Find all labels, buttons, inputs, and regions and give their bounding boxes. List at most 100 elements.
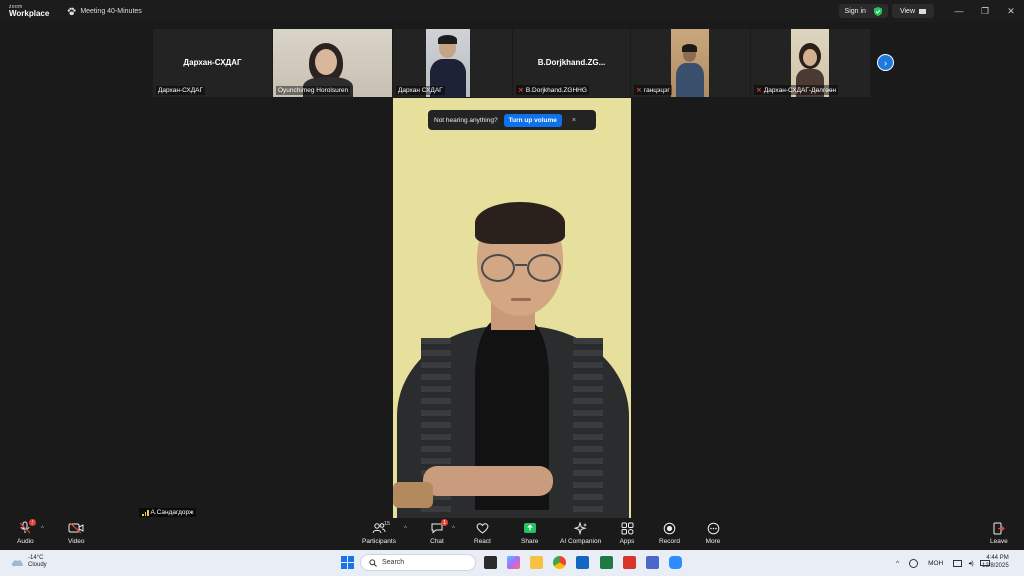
meeting-info[interactable]: Meeting 40-Minutes bbox=[67, 7, 142, 16]
participant-name-text: Oyunchimeg Horolsuren bbox=[278, 87, 349, 94]
participant-video bbox=[671, 29, 709, 97]
record-icon bbox=[663, 522, 676, 534]
participant-name: Дархан-СХДАГ bbox=[156, 86, 206, 95]
audio-button[interactable]: ! Audio bbox=[17, 519, 37, 545]
participant-name: Oyunchimeg Horolsuren bbox=[276, 86, 351, 95]
system-tray: ^ МОН ◂) bbox=[896, 550, 990, 576]
windows-logo-icon bbox=[348, 563, 354, 569]
more-button[interactable]: More bbox=[705, 521, 721, 545]
more-label: More bbox=[705, 538, 721, 545]
excel-icon[interactable] bbox=[600, 556, 613, 569]
zoom-taskbar-icon[interactable] bbox=[669, 556, 682, 569]
audio-notice-text: Not hearing anything? bbox=[434, 116, 498, 124]
muted-mic-icon: ⨯ bbox=[756, 87, 762, 94]
participant-name-text: B.Dorjkhand.ZGHHG bbox=[525, 86, 587, 94]
chevron-right-icon: › bbox=[884, 57, 887, 68]
participant-big-label: Дархан-СХДАГ bbox=[183, 58, 242, 67]
audio-options-caret[interactable]: ^ bbox=[41, 526, 44, 532]
participant-tile[interactable]: ⨯ Дархан-СХДАГ-Дөлгөөн bbox=[751, 29, 870, 97]
close-notice-button[interactable]: × bbox=[572, 117, 576, 124]
participant-tile[interactable]: B.Dorjkhand.ZG... ⨯ B.Dorjkhand.ZGHHG bbox=[513, 29, 630, 97]
record-button[interactable]: Record bbox=[659, 521, 680, 545]
video-button[interactable]: Video bbox=[68, 521, 85, 545]
record-label: Record bbox=[659, 538, 680, 545]
cloud-icon bbox=[11, 560, 23, 567]
participant-tile[interactable]: Дархан СХДАГ bbox=[393, 29, 512, 97]
participant-tile[interactable]: Дархан-СХДАГ Дархан-СХДАГ bbox=[153, 29, 272, 97]
audio-label: Audio bbox=[17, 538, 34, 545]
next-page-button[interactable]: › bbox=[877, 54, 894, 71]
tray-overflow-chevron-icon[interactable]: ^ bbox=[896, 560, 899, 567]
title-bar-right: Sign in View — ❐ ✕ bbox=[838, 0, 1024, 22]
more-icon bbox=[707, 522, 719, 534]
ai-companion-button[interactable]: AI Companion bbox=[560, 521, 601, 545]
outlook-icon[interactable] bbox=[576, 556, 589, 569]
share-screen-icon bbox=[523, 523, 536, 533]
sparkle-icon bbox=[573, 521, 587, 535]
chrome-icon[interactable] bbox=[553, 556, 566, 569]
windows-logo-icon bbox=[341, 563, 347, 569]
react-button[interactable]: React bbox=[474, 521, 491, 545]
participant-name-text: Дархан-СХДАГ bbox=[158, 87, 204, 94]
windows-logo-icon bbox=[348, 556, 354, 562]
signal-bars-icon bbox=[142, 509, 149, 516]
chat-label: Chat bbox=[430, 538, 444, 545]
start-button[interactable] bbox=[341, 556, 354, 569]
search-icon bbox=[369, 558, 377, 567]
leave-button[interactable]: Leave bbox=[990, 521, 1008, 545]
sync-icon[interactable] bbox=[909, 558, 919, 568]
teams-icon[interactable] bbox=[646, 556, 659, 569]
paw-icon bbox=[67, 7, 76, 15]
participant-big-label: B.Dorjkhand.ZG... bbox=[537, 58, 606, 67]
weather-widget[interactable]: -14°C Cloudy bbox=[10, 555, 47, 569]
file-explorer-icon[interactable] bbox=[530, 556, 543, 569]
participant-name: Дархан СХДАГ bbox=[396, 86, 445, 95]
participant-tile[interactable]: Oyunchimeg Horolsuren bbox=[273, 29, 392, 97]
muted-mic-icon: ⨯ bbox=[636, 87, 642, 94]
minimize-button[interactable]: — bbox=[946, 0, 972, 22]
speaker-name-tag: А.Сандагдорж bbox=[139, 508, 197, 517]
chat-button[interactable]: 1 Chat bbox=[429, 519, 448, 545]
view-label: View bbox=[899, 7, 915, 15]
copilot-icon[interactable] bbox=[507, 556, 520, 569]
participants-count: 15 bbox=[383, 521, 391, 527]
sign-in-label: Sign in bbox=[844, 7, 866, 15]
restore-button[interactable]: ❐ bbox=[972, 0, 998, 22]
apps-button[interactable]: Apps bbox=[619, 521, 635, 545]
meeting-toolbar: ! Audio ^ Video 15 Participants ^ 1 Chat… bbox=[0, 518, 1024, 550]
active-speaker-video bbox=[393, 98, 631, 518]
participant-tile[interactable]: ⨯ ганцэцэг bbox=[631, 29, 750, 97]
network-icon[interactable] bbox=[953, 559, 963, 567]
taskbar-clock[interactable]: 4:44 PM 12/8/2025 bbox=[982, 555, 1009, 571]
heart-icon bbox=[476, 523, 489, 534]
close-window-button[interactable]: ✕ bbox=[998, 0, 1024, 22]
weather-temperature: -14°C bbox=[28, 555, 44, 561]
weather-condition: Cloudy bbox=[28, 562, 47, 569]
search-placeholder: Search bbox=[382, 559, 405, 566]
windows-taskbar: -14°C Cloudy Search ^ МОН ◂) 4:44 PM 12/… bbox=[0, 550, 1024, 576]
chat-options-caret[interactable]: ^ bbox=[452, 526, 455, 532]
participants-options-caret[interactable]: ^ bbox=[404, 526, 407, 532]
participants-label: Participants bbox=[362, 538, 396, 545]
chat-unread-badge: 1 bbox=[441, 519, 448, 526]
acrobat-icon[interactable] bbox=[623, 556, 636, 569]
sign-in-button[interactable]: Sign in bbox=[838, 4, 888, 18]
volume-icon[interactable]: ◂) bbox=[968, 559, 973, 567]
leave-icon bbox=[993, 522, 1006, 534]
share-button[interactable]: Share bbox=[521, 521, 538, 545]
language-indicator[interactable]: МОН bbox=[928, 560, 943, 567]
participant-name-text: Дархан-СХДАГ-Дөлгөөн bbox=[763, 86, 837, 94]
taskbar-search-box[interactable]: Search bbox=[360, 554, 476, 571]
participant-name: ⨯ B.Dorjkhand.ZGHHG bbox=[516, 85, 589, 95]
leave-label: Leave bbox=[990, 538, 1008, 545]
turn-up-volume-button[interactable]: Turn up volume bbox=[503, 113, 562, 127]
participants-button[interactable]: 15 Participants bbox=[362, 521, 396, 545]
apps-label: Apps bbox=[619, 538, 635, 545]
apps-icon bbox=[621, 522, 633, 534]
clock-date: 12/8/2025 bbox=[982, 562, 1009, 569]
task-view-icon[interactable] bbox=[484, 556, 497, 569]
participant-name: ⨯ ганцэцэг bbox=[634, 85, 672, 95]
view-button[interactable]: View bbox=[891, 4, 934, 18]
ai-companion-label: AI Companion bbox=[560, 538, 602, 545]
participant-name: ⨯ Дархан-СХДАГ-Дөлгөөн bbox=[754, 85, 839, 95]
